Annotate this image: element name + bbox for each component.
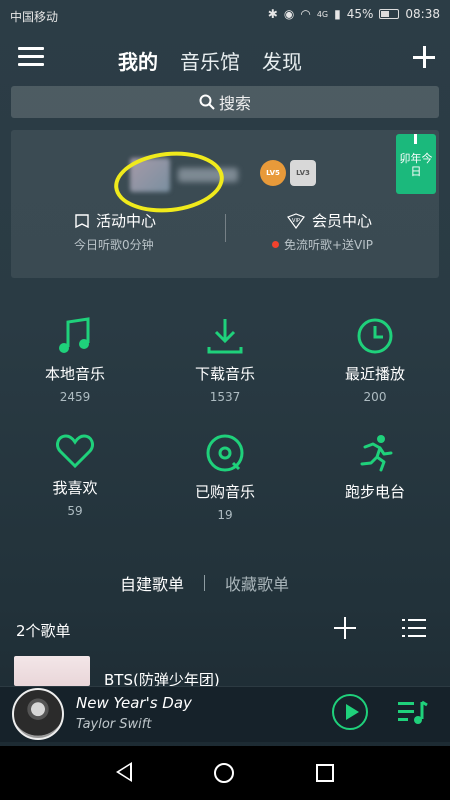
- recent-played-button[interactable]: 最近播放 200: [300, 317, 450, 404]
- recent-played-label: 最近播放: [344, 365, 405, 383]
- vip-center-button[interactable]: VIP 会员中心: [286, 210, 372, 231]
- profile-card: [11, 130, 439, 278]
- heart-icon: [56, 434, 94, 469]
- listen-time: 今日听歌0分钟: [74, 238, 154, 252]
- downloaded-music-label: 下载音乐: [194, 365, 255, 383]
- level-badge-lv3[interactable]: LV3: [290, 160, 316, 186]
- battery-text: 45%: [346, 7, 374, 21]
- search-label: 搜索: [218, 94, 251, 113]
- home-icon[interactable]: [214, 763, 234, 783]
- wifi-icon: ◠: [300, 7, 311, 21]
- running-icon: [360, 435, 393, 472]
- tab-discover[interactable]: 发现: [262, 46, 302, 75]
- header-tabs: 我的 音乐馆 发现: [118, 46, 302, 75]
- signal-icon: ▮: [334, 7, 341, 21]
- eye-icon: ◉: [283, 7, 295, 21]
- recent-played-count: 200: [363, 390, 387, 404]
- playlist-count: 2个歌单: [16, 622, 71, 640]
- menu-icon[interactable]: [18, 46, 44, 68]
- liked-music-button[interactable]: 我喜欢 59: [0, 433, 150, 518]
- album-art[interactable]: [12, 688, 64, 740]
- level-badge-lv5[interactable]: LV5: [260, 160, 286, 186]
- vip-center-label: 会员中心: [312, 212, 373, 230]
- now-playing-bar[interactable]: [0, 686, 450, 742]
- vip-promo[interactable]: 免流听歌+送VIP: [272, 236, 373, 253]
- download-icon: [207, 319, 243, 354]
- clock-icon: [357, 318, 393, 354]
- song-title[interactable]: New Year's Day: [76, 694, 192, 712]
- purchased-music-count: 19: [217, 508, 233, 522]
- music-note-icon: [59, 317, 90, 353]
- add-icon[interactable]: [412, 45, 436, 69]
- playlist-title[interactable]: BTS(防弹少年团): [104, 669, 220, 687]
- back-icon[interactable]: [116, 762, 132, 782]
- purchased-music-label: 已购音乐: [194, 483, 255, 501]
- artist-name[interactable]: Taylor Swift: [76, 717, 151, 732]
- liked-music-count: 59: [67, 504, 83, 518]
- bookmark-icon: [75, 213, 89, 228]
- time: 08:38: [405, 7, 440, 21]
- network-type: 4G: [316, 9, 329, 19]
- activity-center-button[interactable]: 活动中心: [74, 210, 156, 231]
- bluetooth-icon: ✱: [267, 7, 278, 21]
- carrier-label: 中国移动: [10, 10, 59, 24]
- status-bar: 中国移动 ✱ ◉ ◠ 4G ▮ 45% 08:38: [0, 0, 450, 32]
- tab-music-hall[interactable]: 音乐馆: [180, 46, 240, 75]
- playlist-tabs: 自建歌单 收藏歌单: [120, 571, 289, 595]
- activity-center-label: 活动中心: [96, 212, 157, 230]
- calendar-label: 卯年今日: [399, 152, 433, 178]
- local-music-label: 本地音乐: [44, 365, 105, 383]
- playlist-manage-icon[interactable]: [402, 618, 426, 638]
- running-radio-button[interactable]: 跑步电台: [300, 433, 450, 502]
- play-button[interactable]: [332, 694, 368, 730]
- vip-promo-text: 免流听歌+送VIP: [284, 238, 374, 252]
- tab-created-playlists[interactable]: 自建歌单: [120, 571, 184, 595]
- search-bar[interactable]: 搜索: [11, 86, 439, 118]
- purchased-music-button[interactable]: 已购音乐 19: [150, 433, 300, 522]
- card-divider: [225, 214, 226, 242]
- tab-mine[interactable]: 我的: [118, 46, 158, 75]
- tab-separator: [204, 575, 206, 591]
- queue-icon[interactable]: [398, 700, 428, 726]
- search-icon: [199, 94, 215, 110]
- tab-collected-playlists[interactable]: 收藏歌单: [225, 571, 289, 595]
- purchased-disc-icon: [206, 434, 244, 472]
- add-playlist-icon[interactable]: [334, 617, 356, 639]
- vip-icon: VIP: [287, 212, 305, 229]
- status-icons: ✱ ◉ ◠ 4G ▮ 45% 08:38: [268, 7, 440, 21]
- local-music-count: 2459: [59, 390, 91, 404]
- svg-text:VIP: VIP: [292, 218, 300, 224]
- calendar-sign-in[interactable]: 卯年今日: [396, 134, 436, 194]
- battery-icon: [379, 9, 400, 19]
- downloaded-music-button[interactable]: 下载音乐 1537: [150, 317, 300, 404]
- playlist-cover[interactable]: [14, 656, 90, 686]
- running-radio-label: 跑步电台: [344, 483, 405, 501]
- liked-music-label: 我喜欢: [52, 479, 98, 497]
- recent-apps-icon[interactable]: [316, 764, 334, 782]
- local-music-button[interactable]: 本地音乐 2459: [0, 317, 150, 404]
- notification-dot: [272, 241, 279, 248]
- downloaded-music-count: 1537: [209, 390, 241, 404]
